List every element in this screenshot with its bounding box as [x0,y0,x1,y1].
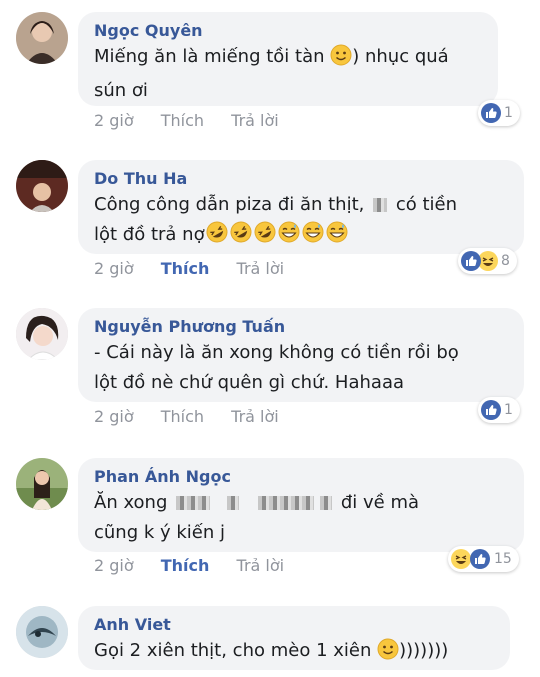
slightly-smiling-face-icon [330,44,352,76]
reaction-summary[interactable]: 8 [458,248,517,274]
comment-author[interactable]: Do Thu Ha [94,168,510,190]
comment-text-part: Gọi 2 xiên thịt, cho mèo 1 xiên [94,640,378,661]
blurred-text [320,496,333,510]
comment-actions: 2 giờ Thích Trả lời [94,111,301,130]
comment-text-part: Miếng ăn là miếng tồi tàn [94,46,331,67]
reaction-summary[interactable]: 1 [478,397,520,423]
comment-actions: 2 giờ Thích Trả lời [94,556,306,575]
reaction-count: 1 [504,105,513,121]
avatar[interactable] [16,12,68,64]
blurred-text [176,496,211,510]
like-reaction-icon [481,103,501,123]
avatar[interactable] [16,458,68,510]
comment-text-part: ))))))) [399,640,449,661]
reaction-summary[interactable]: 1 [478,100,520,126]
timestamp[interactable]: 2 giờ [94,259,134,278]
grinning-sweat-face-icon [325,220,349,254]
comment-text: - Cái này là ăn xong không có tiền rồi b… [94,338,510,398]
reaction-summary[interactable]: 15 [448,546,519,572]
haha-reaction-icon [478,251,498,271]
reply-link[interactable]: Trả lời [237,556,285,575]
comment-author[interactable]: Ngọc Quyên [94,20,484,42]
comment-actions: 2 giờ Thích Trả lời [94,407,301,426]
rofl-face-icon [229,220,253,254]
like-reaction-icon [461,251,481,271]
comment-text-part: Công công dẫn piza đi ăn thịt, [94,194,371,215]
comment-bubble: Do Thu Ha Công công dẫn piza đi ăn thịt,… [78,160,524,254]
comment-bubble: Phan Ánh Ngọc Ăn xong đi về mà cũng k ý … [78,458,524,552]
like-link[interactable]: Thích [161,407,204,426]
comment-text-part: sún ơi [94,80,148,101]
comment-author[interactable]: Anh Viet [94,614,496,636]
grinning-sweat-face-icon [301,220,325,254]
timestamp[interactable]: 2 giờ [94,407,134,426]
rofl-face-icon [205,220,229,254]
comment-text: Ăn xong đi về mà cũng k ý kiến j [94,488,510,548]
comment-bubble: Nguyễn Phương Tuấn - Cái này là ăn xong … [78,308,524,402]
like-link[interactable]: Thích [161,111,204,130]
timestamp[interactable]: 2 giờ [94,556,134,575]
reaction-count: 1 [504,402,513,418]
slightly-smiling-face-icon [377,638,399,670]
comment-author[interactable]: Nguyễn Phương Tuấn [94,316,510,338]
comment-text-part: cũng k ý kiến j [94,522,226,543]
reply-link[interactable]: Trả lời [237,259,285,278]
rofl-face-icon [253,220,277,254]
reply-link[interactable]: Trả lời [231,111,279,130]
grinning-sweat-face-icon [277,220,301,254]
avatar[interactable] [16,308,68,360]
like-reaction-icon [481,400,501,420]
comment-text-part: lột đồ nè chứ quên gì chứ. Hahaaa [94,372,404,393]
reaction-count: 15 [494,551,512,567]
avatar[interactable] [16,606,68,658]
comment-text-part: có tiền [390,194,457,215]
comment-text-part: Ăn xong [94,492,174,513]
blurred-text [373,198,388,212]
comment-bubble: Anh Viet Gọi 2 xiên thịt, cho mèo 1 xiên… [78,606,510,670]
like-link[interactable]: Thích [161,259,210,278]
comment-author[interactable]: Phan Ánh Ngọc [94,466,510,488]
haha-reaction-icon [451,549,471,569]
comment-text: Miếng ăn là miếng tồi tàn ) nhục quá sún… [94,42,484,106]
comment-text-part: đi về mà [335,492,420,513]
timestamp[interactable]: 2 giờ [94,111,134,130]
comment-text: Gọi 2 xiên thịt, cho mèo 1 xiên ))))))) [94,636,496,670]
like-reaction-icon [470,549,490,569]
comment-text: Công công dẫn piza đi ăn thịt, có tiền l… [94,190,510,254]
like-link[interactable]: Thích [161,556,210,575]
reaction-count: 8 [501,253,510,269]
comment-text-part: lột đồ trả nợ [94,224,205,245]
comment-text-part: - Cái này là ăn xong không có tiền rồi b… [94,342,459,363]
comment-actions: 2 giờ Thích Trả lời [94,259,306,278]
reply-link[interactable]: Trả lời [231,407,279,426]
comment-bubble: Ngọc Quyên Miếng ăn là miếng tồi tàn ) n… [78,12,498,106]
blurred-text [227,496,240,510]
avatar[interactable] [16,160,68,212]
comment-text-part: ) nhục quá [352,46,449,67]
blurred-text [258,496,315,510]
